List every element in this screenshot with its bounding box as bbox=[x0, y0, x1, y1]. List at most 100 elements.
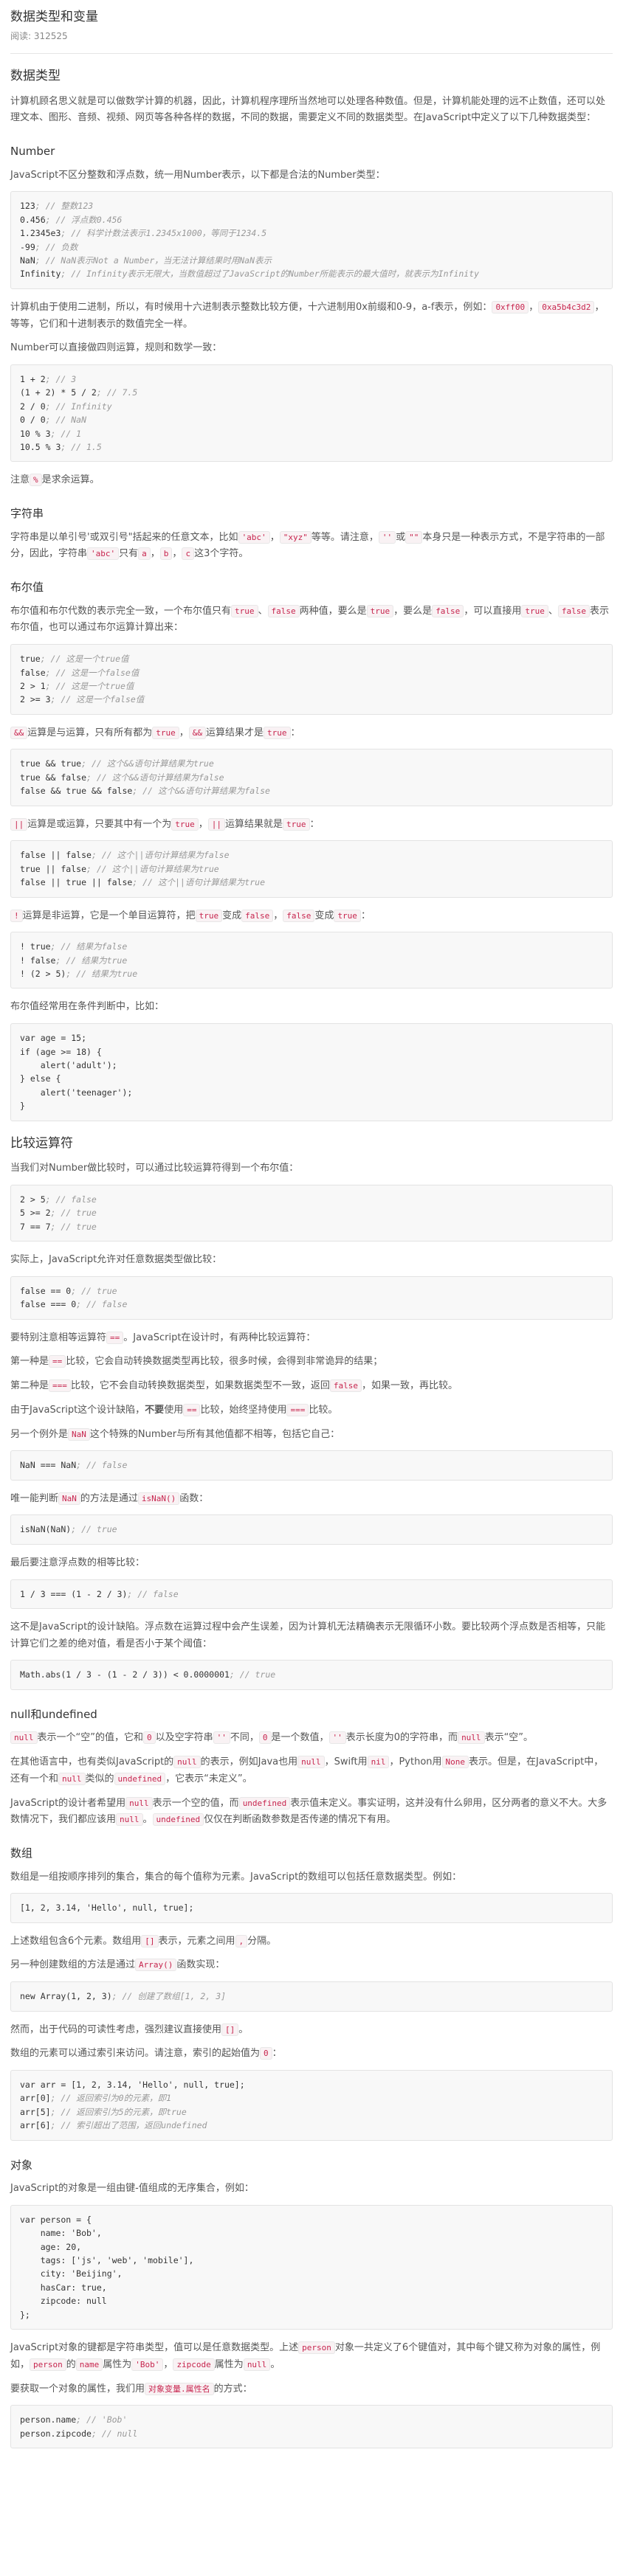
page-title: 数据类型和变量 bbox=[10, 10, 98, 24]
code-comment: ; // 这是一个true值 bbox=[45, 680, 134, 691]
inline-code: true bbox=[521, 604, 548, 617]
code-block-float: 1 / 3 === (1 - 2 / 3); // false bbox=[10, 1579, 613, 1609]
code-line: true && true bbox=[20, 758, 82, 769]
code-line: Infinity bbox=[20, 269, 61, 280]
code-line: false || false bbox=[20, 850, 92, 861]
inline-code: null bbox=[458, 1731, 485, 1745]
section-heading-compare: 比较运算符 bbox=[10, 1135, 73, 1151]
code-comment: ; // NaN bbox=[45, 415, 87, 426]
code-line: 0.456 bbox=[20, 214, 46, 225]
inline-code: && bbox=[10, 726, 28, 739]
inline-code: isNaN() bbox=[137, 1492, 180, 1505]
paragraph-number-intro: JavaScript不区分整数和浮点数，统一用Number表示，以下都是合法的N… bbox=[10, 169, 385, 181]
paragraph-compare-any: 实际上，JavaScript允许对任意数据类型做比较： bbox=[10, 1253, 222, 1265]
inline-code: [] bbox=[141, 1934, 159, 1947]
code-comment: ; // 这个&&语句计算结果为false bbox=[132, 786, 270, 797]
paragraph-float: 最后要注意浮点数的相等比较： bbox=[10, 1557, 145, 1568]
code-comment: ; // 3 bbox=[45, 374, 77, 385]
code-line: 5 >= 2 bbox=[20, 1208, 51, 1219]
inline-code: true bbox=[264, 726, 291, 739]
code-line: false == 0 bbox=[20, 1285, 72, 1296]
inline-code: false bbox=[241, 909, 274, 922]
inline-code: true bbox=[152, 726, 179, 739]
inline-code: false bbox=[329, 1379, 362, 1392]
code-block-bool: true; // 这是一个true值 false; // 这是一个false值 … bbox=[10, 644, 613, 715]
paragraph-object-get: 要获取一个对象的属性，我们用 对象变量.属性名 的方式： bbox=[10, 2382, 252, 2395]
paragraph-null-1: null 表示一个“空”的值，它和 0 以及空字符串 '' 不同， 0 是一个数值， '' 表示长… bbox=[10, 1730, 613, 1747]
inline-code: name bbox=[75, 2358, 103, 2371]
paragraph-equal-second: 第二种是 === 比较，它不会自动转换数据类型，如果数据类型不一致，返回 false，… bbox=[10, 1379, 458, 1392]
paragraph-hex: 计算机由于使用二进制，所以，有时候用十六进制表示整数比较方便，十六进制用0x前缀… bbox=[10, 300, 605, 330]
code-line: Math.abs(1 / 3 - (1 - 2 / 3)) < 0.000000… bbox=[20, 1669, 230, 1680]
code-comment: ; // 这个&&语句计算结果为true bbox=[81, 758, 214, 769]
code-line: true || false bbox=[20, 863, 87, 874]
code-comment: ; // true bbox=[50, 1221, 97, 1232]
code-comment: ; // null bbox=[91, 2428, 138, 2439]
inline-code: false bbox=[267, 604, 300, 617]
section-heading-number: Number bbox=[10, 145, 55, 159]
code-comment: ; // true bbox=[71, 1285, 117, 1296]
code-comment: ; // 这个&&语句计算结果为false bbox=[86, 772, 224, 783]
code-line: arr[6] bbox=[20, 2120, 51, 2131]
code-line: isNaN(NaN) bbox=[20, 1524, 72, 1535]
inline-code: || bbox=[10, 817, 28, 831]
paragraph-array-index: 数组的元素可以通过索引来访问。请注意，索引的起始值为 0： bbox=[10, 2047, 282, 2060]
section-heading-object: 对象 bbox=[10, 2158, 33, 2172]
inline-code: null bbox=[297, 1756, 325, 1769]
code-block-not: ! true; // 结果为false ! false; // 结果为true … bbox=[10, 932, 613, 989]
paragraph-array-elements: 上述数组包含6个元素。数组用[] 表示，元素之间用, 分隔。 bbox=[10, 1934, 277, 1947]
code-line: 1 / 3 === (1 - 2 / 3) bbox=[20, 1588, 128, 1599]
inline-code: true bbox=[231, 604, 258, 617]
inline-code: Array() bbox=[135, 1959, 177, 1972]
code-line: 123 bbox=[20, 201, 35, 212]
code-block-arith: 1 + 2; // 3 (1 + 2) * 5 / 2; // 7.5 2 / … bbox=[10, 364, 613, 463]
inline-code: 'abc' bbox=[87, 547, 120, 561]
paragraph-bool: 布尔值和布尔代数的表示完全一致，一个布尔值只有 true、 false 两种值，要么是… bbox=[10, 604, 609, 634]
paragraph-or: || 运算是或运算，只要其中有一个为 true， || 运算结果就是 true： bbox=[10, 817, 613, 834]
inline-code: 'Bob' bbox=[131, 2358, 164, 2371]
paragraph-equal-first: 第一种是 == 比较，它会自动转换数据类型再比较，很多时候，会得到非常诡异的结果； bbox=[10, 1355, 383, 1368]
inline-code: '' bbox=[378, 530, 396, 544]
inline-code: nil bbox=[367, 1756, 390, 1769]
inline-code: undefined bbox=[152, 1813, 204, 1827]
code-line: 10 % 3 bbox=[20, 428, 51, 439]
inline-code: 0 bbox=[258, 1731, 272, 1745]
code-comment: ; // 这是一个true值 bbox=[40, 654, 129, 665]
inline-code: true bbox=[366, 604, 394, 617]
code-block-cond: var age = 15; if (age >= 18) { alert('ad… bbox=[10, 1023, 613, 1121]
paragraph-null-3: JavaScript的设计者希望用 null 表示一个空的值，而 undefined 表… bbox=[10, 1796, 607, 1827]
inline-code: == bbox=[106, 1331, 124, 1344]
code-line: new Array(1, 2, 3) bbox=[20, 1991, 112, 2002]
inline-code: === bbox=[49, 1379, 71, 1392]
code-line: ! false bbox=[20, 955, 56, 966]
paragraph-arith: Number可以直接做四则运算，规则和数学一致： bbox=[10, 342, 222, 354]
code-block-and: true && true; // 这个&&语句计算结果为true true &&… bbox=[10, 749, 613, 806]
section-heading-types: 数据类型 bbox=[10, 69, 61, 84]
inline-code: '' bbox=[213, 1731, 230, 1745]
code-line: person.zipcode bbox=[20, 2428, 92, 2439]
code-comment: ; // 浮点数0.456 bbox=[45, 214, 123, 225]
inline-code: NaN bbox=[68, 1427, 90, 1441]
code-block-object-get: person.name; // 'Bob' person.zipcode; //… bbox=[10, 2405, 613, 2449]
inline-code: 0xa5b4c3d2 bbox=[538, 300, 595, 314]
code-line: false && true && false bbox=[20, 786, 133, 797]
paragraph-float-explain: 这不是JavaScript的设计缺陷。浮点数在运算过程中会产生误差，因为计算机无… bbox=[10, 1621, 606, 1649]
inline-code: undefined bbox=[238, 1796, 291, 1810]
section-heading-string: 字符串 bbox=[10, 507, 44, 521]
inline-code: false bbox=[557, 604, 590, 617]
inline-code: a bbox=[138, 547, 151, 561]
inline-code: true bbox=[195, 909, 223, 922]
code-comment: ; // true bbox=[50, 1208, 97, 1219]
code-comment: ; // 这个||语句计算结果为true bbox=[132, 877, 265, 888]
code-comment: ; // 返回索引为5的元素，即true bbox=[50, 2106, 187, 2117]
inline-code: ! bbox=[10, 909, 23, 922]
inline-code: % bbox=[30, 474, 42, 487]
code-block-object: var person = { name: 'Bob', age: 20, tag… bbox=[10, 2204, 613, 2330]
code-line: 1 + 2 bbox=[20, 374, 46, 385]
inline-code: null bbox=[125, 1796, 153, 1810]
paragraph-equal-defect: 由于JavaScript这个设计缺陷，不要使用 == 比较，始终坚持使用 === 比较。 bbox=[10, 1403, 338, 1416]
code-line: 7 == 7 bbox=[20, 1221, 51, 1232]
inline-code: null bbox=[173, 1756, 201, 1769]
paragraph-and: && 运算是与运算，只有所有都为 true， && 运算结果才是 true： bbox=[10, 725, 613, 742]
section-heading-bool: 布尔值 bbox=[10, 581, 44, 595]
